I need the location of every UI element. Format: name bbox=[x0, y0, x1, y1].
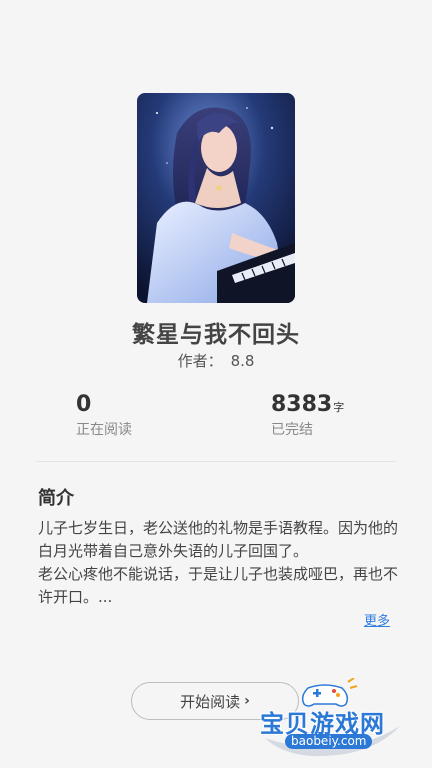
reading-count: 0 bbox=[76, 392, 92, 417]
word-unit: 字 bbox=[333, 401, 345, 414]
intro-text: 儿子七岁生日，老公送他的礼物是手语教程。因为他的白月光带着自己意外失语的儿子回国… bbox=[38, 517, 398, 609]
intro-paragraph: 儿子七岁生日，老公送他的礼物是手语教程。因为他的白月光带着自己意外失语的儿子回国… bbox=[38, 519, 399, 560]
more-link[interactable]: 更多 bbox=[364, 610, 390, 629]
author-line: 作者： 8.8 bbox=[0, 350, 432, 371]
word-count: 8383 bbox=[271, 392, 333, 417]
book-cover bbox=[137, 93, 295, 303]
stat-reading: 0 正在阅读 bbox=[76, 392, 132, 439]
book-title: 繁星与我不回头 bbox=[132, 322, 300, 348]
divider bbox=[36, 461, 396, 462]
reading-label: 正在阅读 bbox=[76, 422, 132, 438]
intro-heading: 简介 bbox=[38, 488, 74, 509]
author-value: 8.8 bbox=[230, 352, 255, 370]
start-reading-label: 开始阅读 bbox=[180, 692, 241, 711]
stat-word-count: 8383字 已完结 bbox=[271, 392, 344, 439]
intro-paragraph: 老公心疼他不能说话，于是让儿子也装成哑巴，再也不许开口。... bbox=[38, 565, 399, 606]
watermark: 宝贝游戏网 baobeiy.com bbox=[250, 678, 425, 763]
status-label: 已完结 bbox=[271, 422, 313, 438]
watermark-url: baobeiy.com bbox=[285, 734, 373, 749]
author-label: 作者： bbox=[177, 352, 223, 370]
